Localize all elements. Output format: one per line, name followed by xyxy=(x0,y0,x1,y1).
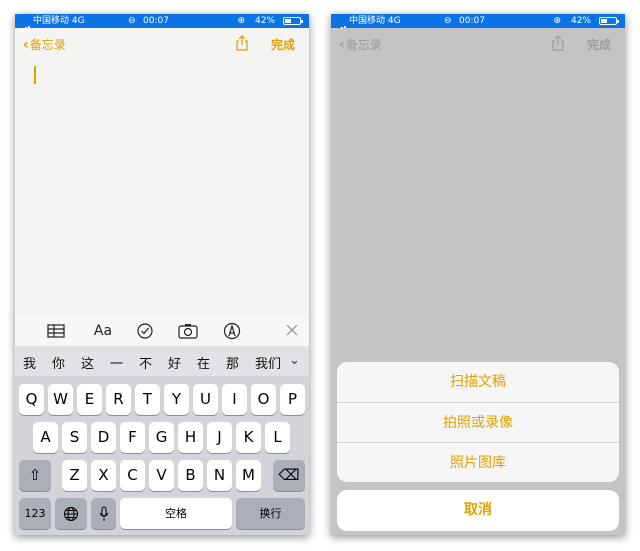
text-cursor[interactable] xyxy=(34,66,36,84)
key[interactable]: P xyxy=(280,384,305,415)
key[interactable]: S xyxy=(62,422,87,453)
return-key[interactable]: 换行 xyxy=(236,498,305,529)
key[interactable]: R xyxy=(106,384,131,415)
battery-percent: 42% xyxy=(570,16,591,26)
markup-icon[interactable] xyxy=(223,321,241,341)
space-key[interactable]: 空格 xyxy=(120,498,232,529)
nav-bar: ‹备忘录 完成 xyxy=(15,28,309,60)
candidate-word[interactable]: 我们 xyxy=(255,353,281,372)
globe-icon xyxy=(64,506,78,521)
key[interactable]: Q xyxy=(19,384,44,415)
mic-key[interactable] xyxy=(91,498,116,529)
take-photo-or-video-option[interactable]: 拍照或录像 xyxy=(337,402,619,443)
done-button: 完成 xyxy=(586,38,611,52)
scan-documents-option[interactable]: 扫描文稿 xyxy=(337,362,619,402)
candidate-word[interactable]: 那 xyxy=(226,353,239,372)
keyboard: 我 你 这 一 不 好 在 那 我们 ⌄ Q W E R T Y U I O P… xyxy=(15,346,309,535)
share-icon xyxy=(552,35,564,51)
key[interactable]: Y xyxy=(164,384,189,415)
status-time: 00:07 xyxy=(143,16,169,26)
nav-bar: ‹备忘录 完成 xyxy=(331,28,625,60)
back-label: 备忘录 xyxy=(29,38,66,52)
chevron-left-icon: ‹ xyxy=(339,37,345,53)
back-button[interactable]: ‹备忘录 xyxy=(23,36,66,53)
globe-key[interactable] xyxy=(55,498,87,529)
done-button[interactable]: 完成 xyxy=(271,36,295,53)
insert-photo-action-sheet-screen: 中国移动 4G ⊖ 00:07 ⊕ 42% ‹备忘录 完成 扫描文稿 拍照或录像… xyxy=(331,14,625,535)
numbers-key[interactable]: 123 xyxy=(19,498,51,529)
carrier-label: 中国移动 4G xyxy=(33,16,85,26)
battery-percent: 42% xyxy=(254,16,275,26)
key[interactable]: B xyxy=(178,460,203,491)
camera-icon[interactable] xyxy=(178,321,198,341)
chevron-left-icon: ‹ xyxy=(23,37,29,53)
key[interactable]: W xyxy=(48,384,73,415)
notes-toolbar: Aa xyxy=(15,316,309,346)
key[interactable]: F xyxy=(120,422,145,453)
key[interactable]: O xyxy=(251,384,276,415)
key[interactable]: H xyxy=(178,422,203,453)
candidate-word[interactable]: 你 xyxy=(52,353,65,372)
link-icon: ⊖ xyxy=(128,16,136,26)
battery-icon xyxy=(283,17,303,25)
key[interactable]: T xyxy=(135,384,160,415)
key[interactable]: G xyxy=(149,422,174,453)
candidate-bar: 我 你 这 一 不 好 在 那 我们 ⌄ xyxy=(15,346,309,376)
orientation-lock-icon: ⊕ xyxy=(553,16,561,26)
back-label: 备忘录 xyxy=(345,38,382,52)
candidate-word[interactable]: 一 xyxy=(110,353,123,372)
key[interactable]: J xyxy=(207,422,232,453)
close-icon[interactable] xyxy=(285,321,299,341)
notes-editor-screen: 中国移动 4G ⊖ 00:07 ⊕ 42% ‹备忘录 完成 Aa 我 你 这 一… xyxy=(15,14,309,535)
status-bar: 中国移动 4G ⊖ 00:07 ⊕ 42% xyxy=(15,14,309,32)
key[interactable]: A xyxy=(33,422,58,453)
candidate-word[interactable]: 不 xyxy=(139,353,152,372)
photo-library-option[interactable]: 照片图库 xyxy=(337,442,619,482)
action-sheet: 扫描文稿 拍照或录像 照片图库 xyxy=(337,362,619,482)
share-icon[interactable] xyxy=(235,35,249,51)
key[interactable]: M xyxy=(236,460,261,491)
delete-key[interactable]: ⌫ xyxy=(273,460,305,491)
candidate-word[interactable]: 我 xyxy=(23,353,36,372)
key[interactable]: V xyxy=(149,460,174,491)
status-bar: 中国移动 4G ⊖ 00:07 ⊕ 42% xyxy=(331,14,625,32)
checklist-icon[interactable] xyxy=(136,321,154,341)
key[interactable]: E xyxy=(77,384,102,415)
key[interactable]: N xyxy=(207,460,232,491)
expand-candidates-icon[interactable]: ⌄ xyxy=(289,353,300,368)
key[interactable]: Z xyxy=(62,460,87,491)
status-time: 00:07 xyxy=(459,16,485,26)
key[interactable]: U xyxy=(193,384,218,415)
key[interactable]: C xyxy=(120,460,145,491)
format-icon[interactable]: Aa xyxy=(92,321,114,341)
key[interactable]: I xyxy=(222,384,247,415)
candidate-word[interactable]: 这 xyxy=(81,353,94,372)
cancel-button[interactable]: 取消 xyxy=(337,490,619,531)
table-icon[interactable] xyxy=(47,321,65,341)
battery-icon xyxy=(599,17,619,25)
shift-key[interactable]: ⇧ xyxy=(19,460,51,491)
microphone-icon xyxy=(99,506,108,521)
key[interactable]: K xyxy=(236,422,261,453)
key[interactable]: D xyxy=(91,422,116,453)
candidate-word[interactable]: 在 xyxy=(197,353,210,372)
key[interactable]: L xyxy=(265,422,290,453)
link-icon: ⊖ xyxy=(444,16,452,26)
key[interactable]: X xyxy=(91,460,116,491)
back-button: ‹备忘录 xyxy=(339,36,382,53)
carrier-label: 中国移动 4G xyxy=(349,16,401,26)
candidate-word[interactable]: 好 xyxy=(168,353,181,372)
orientation-lock-icon: ⊕ xyxy=(237,16,245,26)
